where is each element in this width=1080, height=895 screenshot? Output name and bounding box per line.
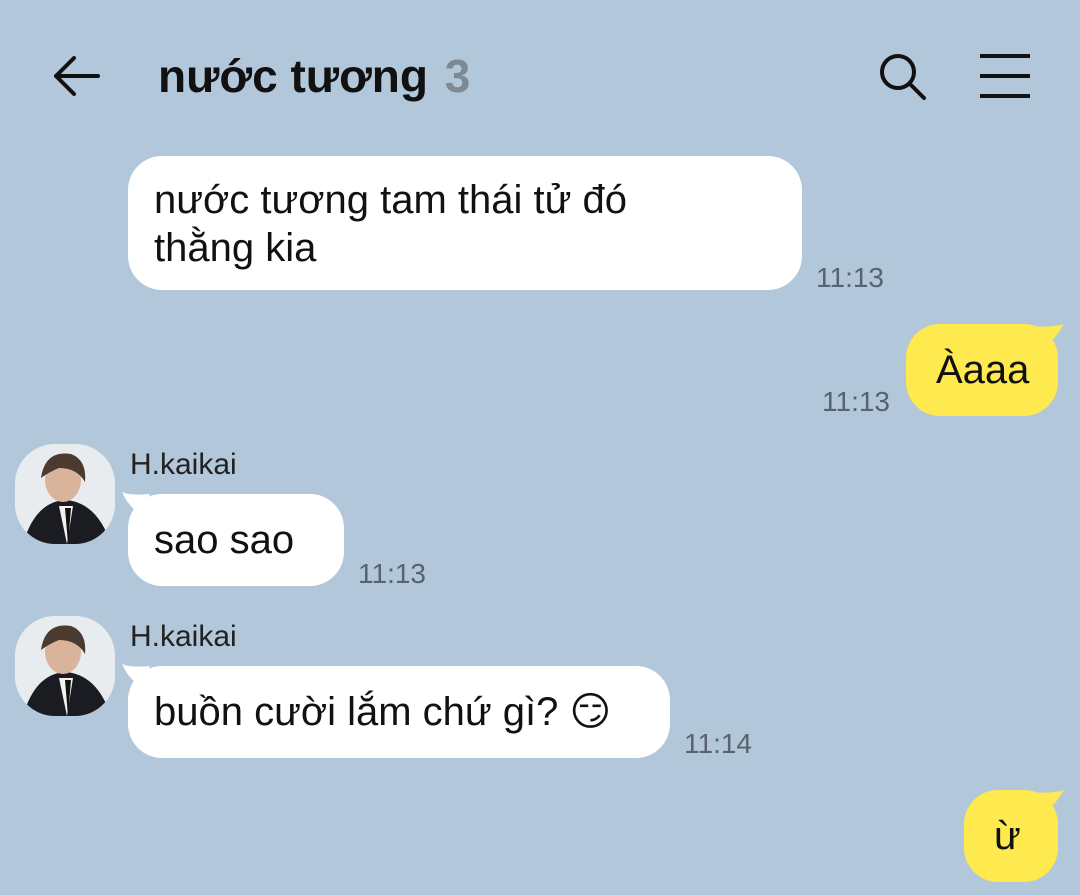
menu-button[interactable]	[974, 48, 1036, 104]
avatar[interactable]	[15, 444, 115, 544]
message-bubble[interactable]: buồn cười lắm chứ gì? 😏	[128, 666, 670, 758]
sender-name: H.kaikai	[130, 448, 237, 481]
message-time: 11:13	[816, 262, 884, 293]
search-button[interactable]	[872, 46, 932, 106]
sender-name: H.kaikai	[130, 620, 237, 653]
my-message-bubble[interactable]: Àaaa	[906, 324, 1058, 416]
message-text-line: thằng kia	[154, 226, 317, 270]
member-count: 3	[444, 50, 471, 102]
chat-title: nước tương 3	[158, 46, 470, 106]
message-text: ừ	[994, 814, 1021, 858]
chat-title-text: nước tương	[158, 50, 429, 102]
hamburger-menu-icon	[980, 54, 1030, 98]
message-text: Àaaa	[936, 348, 1030, 392]
profile-photo	[15, 444, 115, 544]
my-message-bubble[interactable]: ừ	[964, 790, 1058, 882]
back-button[interactable]	[48, 48, 104, 104]
message-text: sao sao	[154, 518, 295, 562]
message-bubble[interactable]: sao sao	[128, 494, 344, 586]
message-bubble[interactable]: nước tương tam thái tử đó thằng kia	[128, 156, 802, 290]
message-time: 11:13	[358, 558, 426, 589]
profile-photo	[15, 616, 115, 716]
message-text: buồn cười lắm chứ gì? 😏	[154, 690, 612, 734]
message-time: 11:13	[822, 386, 890, 417]
message-text-line: nước tương tam thái tử đó	[154, 178, 627, 222]
arrow-left-icon	[54, 56, 100, 96]
message-time: 11:14	[684, 728, 752, 759]
avatar[interactable]	[15, 616, 115, 716]
search-icon	[880, 54, 926, 100]
